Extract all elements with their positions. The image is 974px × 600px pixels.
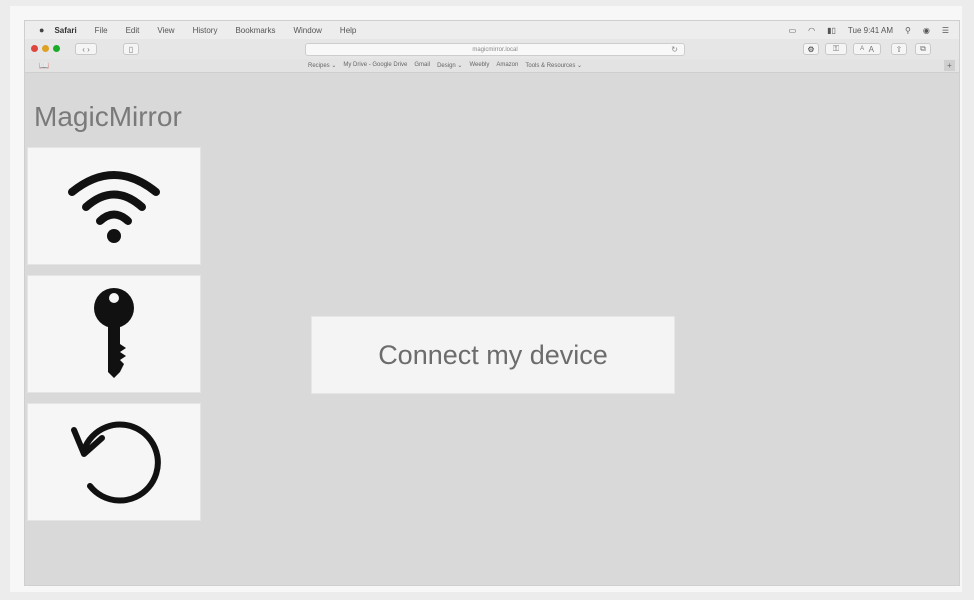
close-window-button[interactable]	[31, 45, 38, 52]
wifi-button[interactable]	[27, 147, 201, 265]
bookmark-item[interactable]: Tools & Resources ⌄	[525, 62, 582, 69]
book-icon[interactable]: 📖	[39, 61, 49, 70]
font-smaller-label[interactable]: A	[860, 46, 864, 52]
bookmark-item[interactable]: Weebly	[469, 62, 489, 69]
sidebar-toggle-button[interactable]: ▯	[123, 43, 139, 55]
new-tab-button[interactable]: +	[944, 60, 955, 71]
url-text: magicmirror.local	[472, 46, 518, 53]
font-larger-label[interactable]: A	[869, 45, 874, 54]
page-content: MagicMirror Connect my device	[25, 74, 959, 585]
bookmark-item[interactable]: Amazon	[496, 62, 518, 69]
spotlight-icon[interactable]: ⚲	[905, 26, 911, 35]
connect-device-label: Connect my device	[378, 339, 608, 370]
bookmarks-bar: 📖 Recipes ⌄ My Drive - Google Drive Gmai…	[25, 59, 959, 73]
clock[interactable]: Tue 9:41 AM	[848, 26, 893, 35]
bookmark-item[interactable]: My Drive - Google Drive	[343, 62, 407, 69]
safari-window: ● Safari File Edit View History Bookmark…	[24, 20, 960, 586]
bookmark-item[interactable]: Recipes ⌄	[308, 62, 336, 69]
address-bar[interactable]: magicmirror.local ↻	[305, 43, 685, 56]
menu-bar: ● Safari File Edit View History Bookmark…	[25, 21, 959, 39]
bookmark-item[interactable]: Design ⌄	[437, 62, 462, 69]
browser-toolbar: ‹ › ▯ magicmirror.local ↻ ⚙ ⚿ A A ⇧ ⧉	[25, 39, 959, 59]
plus-icon: +	[947, 61, 952, 70]
menu-help[interactable]: Help	[340, 26, 356, 35]
menu-edit[interactable]: Edit	[126, 26, 140, 35]
tabs-button[interactable]: ⧉	[915, 43, 931, 55]
wifi-status-icon[interactable]: ◠	[808, 26, 815, 35]
key-icon	[94, 288, 134, 378]
reload-icon[interactable]: ↻	[671, 45, 678, 54]
menu-view[interactable]: View	[157, 26, 174, 35]
back-forward-button[interactable]: ‹ ›	[75, 43, 97, 55]
menu-history[interactable]: History	[193, 26, 218, 35]
reset-button[interactable]	[27, 403, 201, 521]
tabs-icon: ⧉	[920, 44, 926, 53]
extension-button[interactable]: ⚙	[803, 43, 819, 55]
minimize-window-button[interactable]	[42, 45, 49, 52]
connect-device-button[interactable]: Connect my device	[311, 316, 675, 394]
zoom-window-button[interactable]	[53, 45, 60, 52]
chevron-right-icon[interactable]: ›	[87, 45, 90, 54]
wifi-icon	[68, 171, 160, 243]
menu-app-name[interactable]: Safari	[54, 26, 76, 35]
font-size-button[interactable]: A A	[853, 43, 881, 55]
bookmarks-list: Recipes ⌄ My Drive - Google Drive Gmail …	[308, 62, 582, 69]
menu-file[interactable]: File	[95, 26, 108, 35]
page-title: MagicMirror	[34, 101, 182, 132]
share-button[interactable]: ⇧	[891, 43, 907, 55]
chevron-left-icon[interactable]: ‹	[82, 45, 85, 54]
key-small-icon: ⚿	[832, 44, 840, 53]
passwords-button[interactable]: ⚿	[825, 43, 847, 55]
siri-icon[interactable]: ◉	[923, 26, 930, 35]
menu-bookmarks[interactable]: Bookmarks	[235, 26, 275, 35]
airplay-icon[interactable]: ▭	[789, 26, 797, 35]
battery-icon[interactable]: ▮▯	[827, 26, 836, 35]
share-icon: ⇧	[895, 44, 903, 54]
sidebar-icon: ▯	[128, 44, 134, 54]
gear-icon: ⚙	[807, 44, 815, 54]
apple-icon[interactable]: ●	[39, 25, 44, 35]
window-controls	[31, 45, 60, 52]
menu-extras: ▭ ◠ ▮▯ Tue 9:41 AM ⚲ ◉ ☰	[789, 21, 949, 39]
reset-icon	[71, 421, 161, 504]
key-button[interactable]	[27, 275, 201, 393]
bookmark-item[interactable]: Gmail	[414, 62, 430, 69]
menu-window[interactable]: Window	[293, 26, 321, 35]
notification-icon[interactable]: ☰	[942, 26, 949, 35]
